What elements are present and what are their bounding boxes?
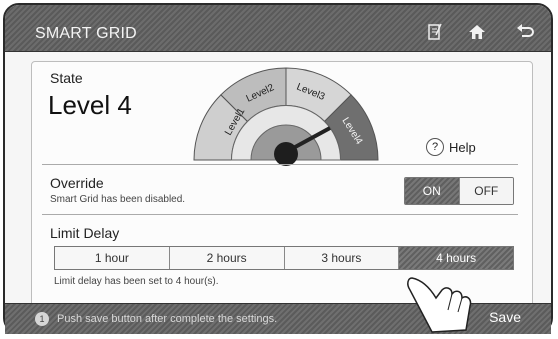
limit-delay-option-1h[interactable]: 1 hour — [55, 247, 170, 269]
back-icon[interactable] — [511, 21, 539, 43]
tip-text: Push save button after complete the sett… — [57, 313, 278, 325]
gauge-hub — [274, 142, 298, 166]
save-button[interactable]: Save — [489, 309, 521, 325]
top-bar: SMART GRID — [5, 5, 551, 52]
help-button[interactable]: ? Help — [426, 138, 476, 156]
override-toggle: ON OFF — [404, 177, 514, 205]
pointing-hand-icon — [407, 277, 472, 333]
state-value: Level 4 — [48, 90, 132, 120]
edit-icon[interactable] — [421, 21, 449, 43]
limit-delay-option-3h[interactable]: 3 hours — [284, 247, 400, 269]
limit-delay-selector: 1 hour 2 hours 3 hours 4 hours — [54, 246, 514, 270]
limit-delay-option-4h[interactable]: 4 hours — [399, 247, 513, 269]
override-off-button[interactable]: OFF — [458, 178, 513, 204]
limit-delay-label: Limit Delay — [50, 225, 120, 241]
limit-delay-note: Limit delay has been set to 4 hour(s). — [54, 276, 219, 287]
override-note: Smart Grid has been disabled. — [50, 194, 186, 205]
limit-delay-option-2h[interactable]: 2 hours — [169, 247, 285, 269]
divider — [42, 164, 518, 165]
info-icon: 1 — [35, 312, 49, 326]
help-label: Help — [449, 139, 476, 155]
level-gauge: Level1 Level2 Level3 Level4 — [193, 67, 379, 166]
app-title: SMART GRID — [35, 25, 137, 42]
help-icon: ? — [426, 138, 444, 156]
divider — [42, 214, 518, 215]
override-on-button[interactable]: ON — [405, 178, 459, 204]
override-label: Override — [50, 175, 104, 191]
home-icon[interactable] — [463, 21, 491, 43]
state-label: State — [50, 70, 83, 86]
